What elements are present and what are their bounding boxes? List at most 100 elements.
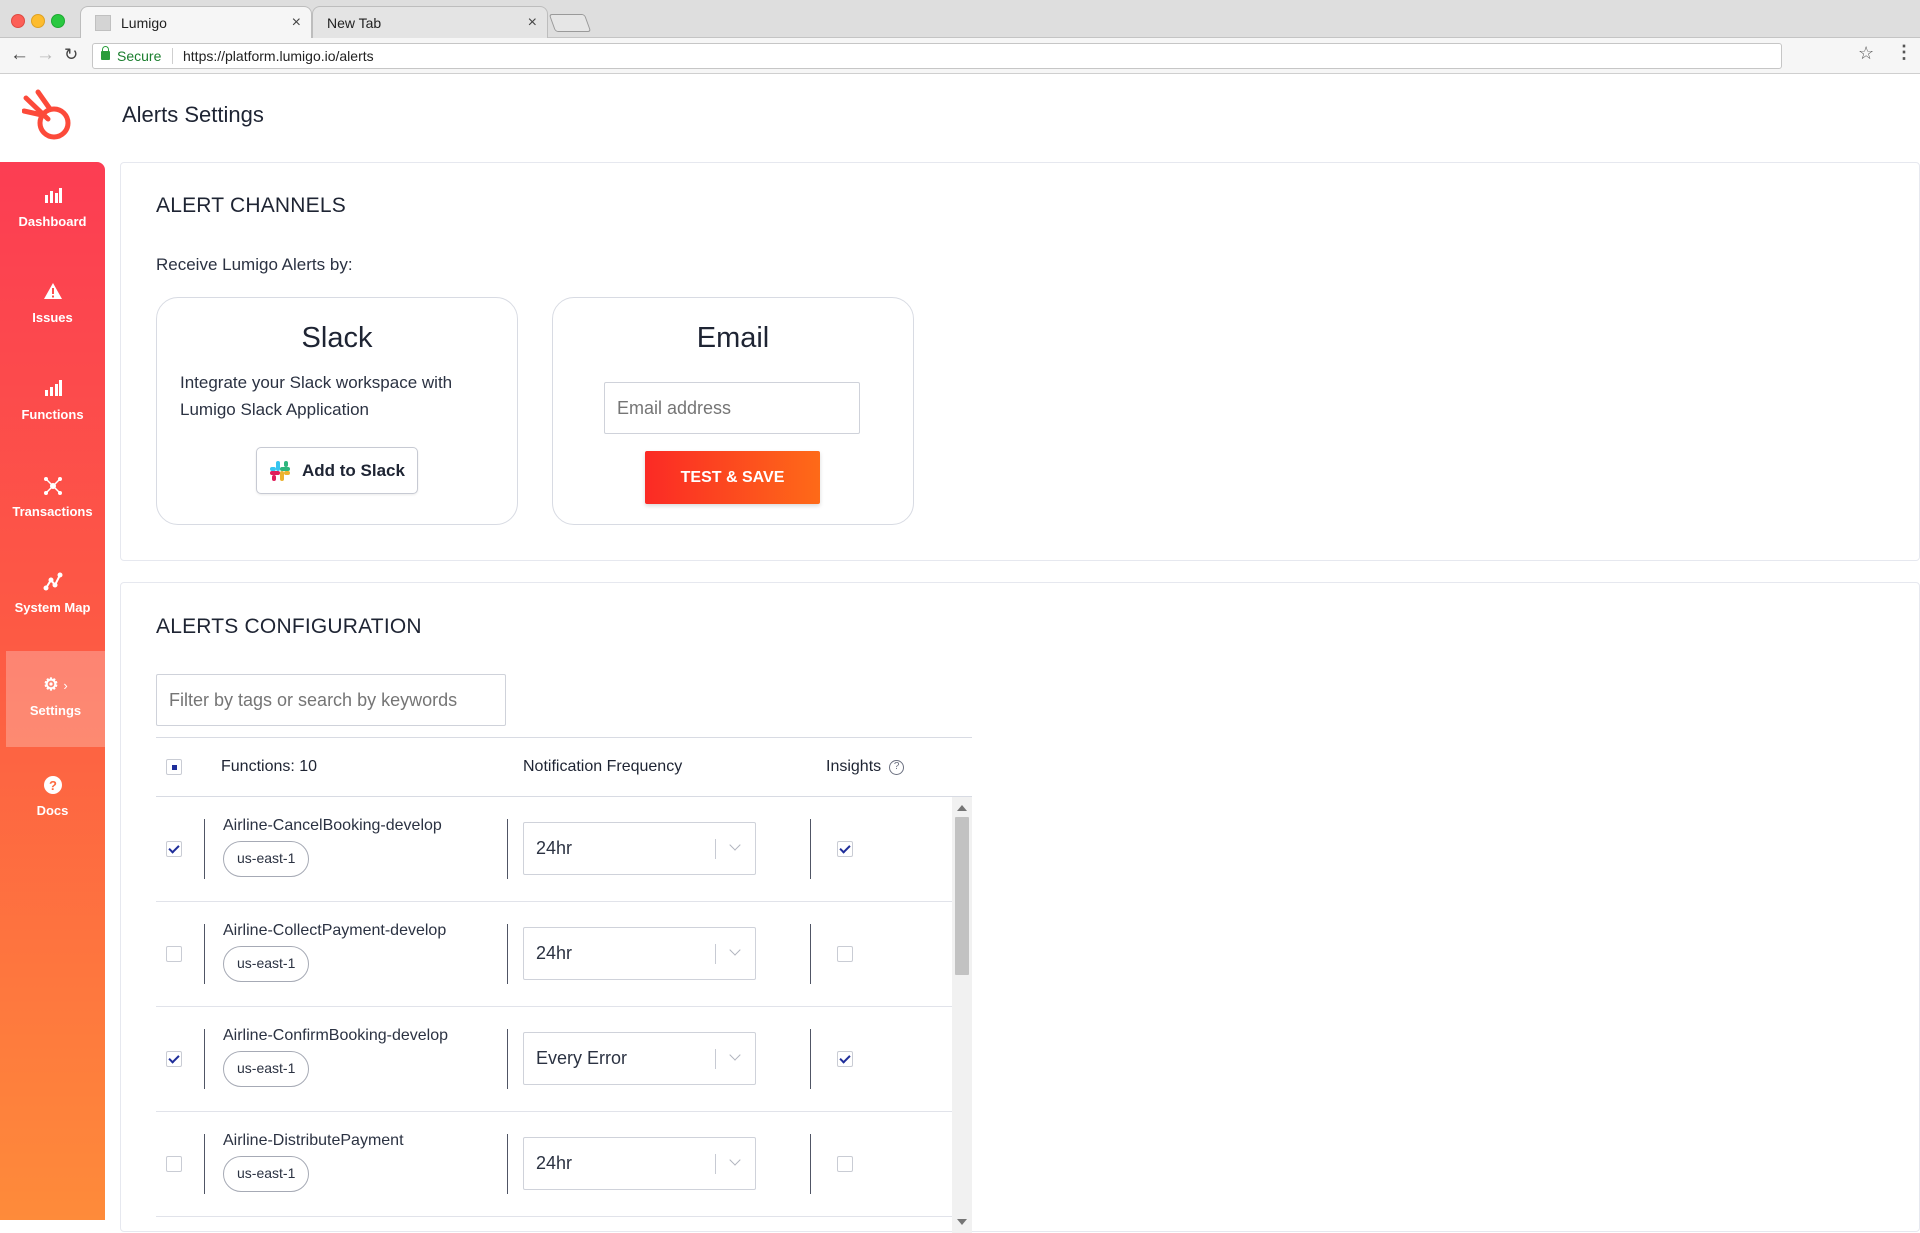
transactions-icon xyxy=(0,476,105,496)
chevron-down-icon xyxy=(729,1049,741,1061)
window-close-button[interactable] xyxy=(11,14,25,28)
divider xyxy=(715,1049,716,1069)
email-channel-box: Email TEST & SAVE xyxy=(552,297,914,525)
divider xyxy=(204,1029,205,1089)
close-tab-icon[interactable]: × xyxy=(528,7,537,39)
slack-heading: Slack xyxy=(301,322,373,354)
row-select-checkbox[interactable] xyxy=(166,841,182,857)
dashboard-icon xyxy=(0,186,105,206)
lock-icon xyxy=(101,46,110,60)
region-tag[interactable]: us-east-1 xyxy=(223,946,310,982)
insights-column-header: Insights? xyxy=(826,758,905,776)
insights-label: Insights xyxy=(826,758,882,775)
row-select-checkbox[interactable] xyxy=(166,946,182,962)
close-tab-icon[interactable]: × xyxy=(292,7,301,39)
divider xyxy=(810,924,811,984)
slack-description: Integrate your Slack workspace with Lumi… xyxy=(180,373,453,419)
add-to-slack-button[interactable]: Add to Slack xyxy=(256,447,418,494)
back-arrow-icon[interactable]: ← xyxy=(10,43,29,67)
insights-checkbox[interactable] xyxy=(837,1051,853,1067)
functions-table-body: Airline-CancelBooking-develop us-east-1 … xyxy=(156,797,972,1233)
frequency-value: 24hr xyxy=(536,838,573,858)
sidebar-item-transactions[interactable]: Transactions xyxy=(0,452,105,548)
reload-icon[interactable]: ↻ xyxy=(64,43,78,67)
divider xyxy=(172,48,173,64)
frequency-select[interactable]: Every Error xyxy=(523,1032,756,1085)
sidebar-item-settings[interactable]: ⚙ › Settings xyxy=(6,651,105,747)
functions-column-header: Functions: 10 xyxy=(221,758,318,775)
table-row: Airline-ConfirmBooking-develop us-east-1… xyxy=(156,1007,952,1112)
insights-checkbox[interactable] xyxy=(837,1156,853,1172)
email-field[interactable] xyxy=(604,382,860,434)
sidebar-item-docs[interactable]: ? Docs xyxy=(0,751,105,847)
region-tag[interactable]: us-east-1 xyxy=(223,1156,310,1192)
address-bar[interactable]: Secure https://platform.lumigo.io/alerts xyxy=(92,43,1782,69)
favicon-icon xyxy=(95,15,111,31)
help-circle-icon[interactable]: ? xyxy=(889,760,905,775)
tab-title: Lumigo xyxy=(121,15,167,31)
filter-input[interactable] xyxy=(156,674,506,726)
frequency-select[interactable]: 24hr xyxy=(523,822,756,875)
insights-checkbox[interactable] xyxy=(837,946,853,962)
table-header: Functions: 10 Notification Frequency Ins… xyxy=(156,737,972,797)
alert-channels-subtitle: Receive Lumigo Alerts by: xyxy=(156,255,353,274)
alert-channels-card: ALERT CHANNELS Receive Lumigo Alerts by:… xyxy=(120,162,1920,561)
scrollbar-thumb[interactable] xyxy=(955,817,969,975)
warning-icon xyxy=(0,282,105,302)
divider xyxy=(715,1154,716,1174)
row-select-checkbox[interactable] xyxy=(166,1051,182,1067)
window-minimize-button[interactable] xyxy=(31,14,45,28)
lumigo-logo-icon[interactable] xyxy=(22,89,78,145)
region-tag[interactable]: us-east-1 xyxy=(223,841,310,877)
table-row: Airline-DistributePayment us-east-1 24hr xyxy=(156,1112,952,1217)
help-icon: ? xyxy=(0,775,105,795)
chevron-down-icon xyxy=(729,1154,741,1166)
sidebar-item-label: Settings xyxy=(29,703,82,718)
frequency-select[interactable]: 24hr xyxy=(523,1137,756,1190)
function-name: Airline-CollectPayment-develop xyxy=(223,922,447,939)
new-tab-button[interactable] xyxy=(548,14,592,32)
function-name: Airline-ConfirmBooking-develop xyxy=(223,1027,448,1044)
sidebar-item-functions[interactable]: Functions xyxy=(0,355,105,451)
window-maximize-button[interactable] xyxy=(51,14,65,28)
frequency-value: 24hr xyxy=(536,943,573,963)
table-row: Airline-CollectPayment-develop us-east-1… xyxy=(156,902,952,1007)
functions-icon xyxy=(0,379,105,399)
row-select-checkbox[interactable] xyxy=(166,1156,182,1172)
gear-icon: ⚙ › xyxy=(43,675,68,694)
browser-tab-new-tab[interactable]: New Tab × xyxy=(312,6,548,38)
sidebar-item-system-map[interactable]: System Map xyxy=(0,548,105,644)
select-all-checkbox[interactable] xyxy=(166,759,182,775)
chevron-right-icon: › xyxy=(63,678,68,693)
region-tag[interactable]: us-east-1 xyxy=(223,1051,310,1087)
insights-checkbox[interactable] xyxy=(837,841,853,857)
svg-text:?: ? xyxy=(49,778,57,793)
frequency-value: 24hr xyxy=(536,1153,573,1173)
frequency-select[interactable]: 24hr xyxy=(523,927,756,980)
section-title: ALERT CHANNELS xyxy=(156,194,346,217)
test-and-save-button[interactable]: TEST & SAVE xyxy=(645,451,820,504)
divider xyxy=(810,1029,811,1089)
divider xyxy=(715,944,716,964)
frequency-column-header: Notification Frequency xyxy=(523,758,683,775)
app-header: Alerts Settings xyxy=(0,75,1920,162)
frequency-value: Every Error xyxy=(536,1048,628,1068)
divider xyxy=(204,819,205,879)
add-to-slack-label: Add to Slack xyxy=(302,461,405,480)
browser-menu-icon[interactable]: ⋮ xyxy=(1895,42,1913,63)
tab-title: New Tab xyxy=(327,15,382,31)
sidebar-item-label: Transactions xyxy=(12,504,93,519)
sidebar-item-issues[interactable]: Issues xyxy=(0,258,105,354)
browser-tab-lumigo[interactable]: Lumigo × xyxy=(80,6,312,38)
divider xyxy=(507,924,508,984)
sidebar-item-label: Docs xyxy=(36,803,69,818)
table-row: Airline-CancelBooking-develop us-east-1 … xyxy=(156,797,952,902)
scroll-up-arrow-icon[interactable] xyxy=(957,805,967,811)
table-scrollbar[interactable] xyxy=(952,797,972,1233)
sidebar-item-dashboard[interactable]: Dashboard xyxy=(0,162,105,258)
sidebar-item-label: Issues xyxy=(32,310,73,325)
alerts-configuration-card: ALERTS CONFIGURATION Functions: 10 Notif… xyxy=(120,582,1920,1233)
bookmark-star-icon[interactable]: ☆ xyxy=(1858,43,1874,64)
forward-arrow-icon[interactable]: → xyxy=(36,43,55,67)
chevron-down-icon xyxy=(729,944,741,956)
